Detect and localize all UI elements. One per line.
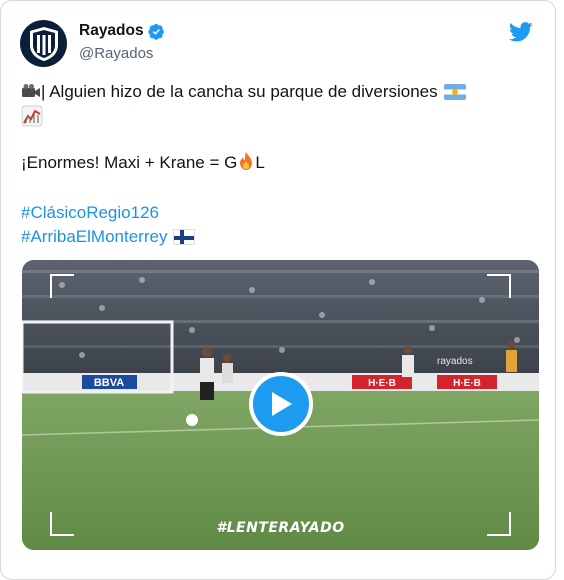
roller-coaster-icon	[21, 105, 43, 127]
tweet-text-line2: ¡Enormes! Maxi + Krane = G L	[21, 151, 265, 174]
verified-badge-icon	[147, 23, 164, 40]
video-overlay-hashtag: #LENTERAYADO	[216, 520, 345, 536]
board-text: rayados	[437, 356, 473, 367]
hashtag-link[interactable]: #ClásicoRegio126	[21, 202, 159, 224]
avatar[interactable]	[20, 20, 67, 67]
finland-flag-icon	[173, 229, 196, 245]
play-icon	[272, 392, 292, 416]
board-text: H·E·B	[368, 378, 396, 389]
fire-icon	[240, 152, 253, 170]
video-camera-icon	[22, 84, 40, 97]
frame-corner	[50, 274, 74, 298]
twitter-bird-icon[interactable]	[509, 22, 533, 42]
tweet-text-line1: | Alguien hizo de la cancha su parque de…	[21, 81, 541, 103]
board-text: BBVA	[94, 377, 124, 389]
hashtag-link[interactable]: #ArribaElMonterrey	[21, 227, 167, 246]
argentina-flag-icon	[443, 84, 466, 100]
tweet-line2-suffix: L	[255, 153, 265, 172]
tweet-line2-prefix: ¡Enormes! Maxi + Krane = G	[21, 153, 238, 172]
tweet-card: Rayados @Rayados | Alguien hizo de la ca…	[0, 0, 556, 580]
rayados-crest-icon	[29, 26, 58, 61]
board-text: H·E·B	[453, 378, 481, 389]
video-player[interactable]: BBVA H·E·B H·E·B rayados #LENTERAYADO	[22, 260, 539, 550]
author-handle[interactable]: @Rayados	[79, 45, 153, 62]
tweet-line1-text: | Alguien hizo de la cancha su parque de…	[41, 82, 438, 101]
author-name-row[interactable]: Rayados	[79, 22, 165, 40]
play-button[interactable]	[249, 372, 313, 436]
frame-corner	[487, 274, 511, 298]
hashtag-row: #ArribaElMonterrey	[21, 226, 196, 248]
author-name[interactable]: Rayados	[79, 22, 144, 40]
